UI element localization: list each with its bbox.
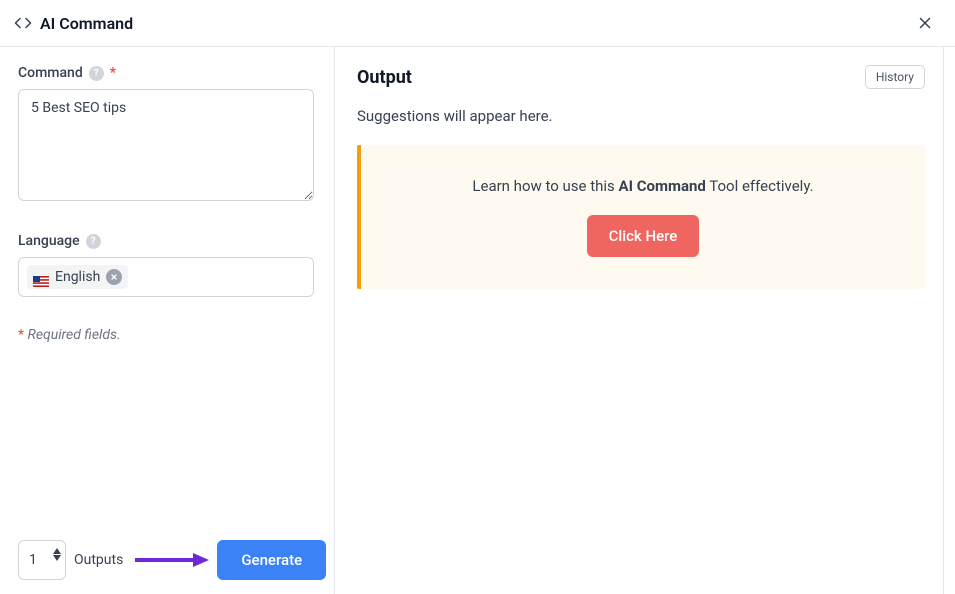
command-label-row: Command ? * xyxy=(18,65,314,81)
arrow-annotation-icon xyxy=(135,552,211,568)
dialog-header: AI Command xyxy=(0,0,955,47)
sidebar-body: Command ? * Language ? xyxy=(18,65,314,526)
required-marker: * xyxy=(110,65,116,81)
output-placeholder: Suggestions will appear here. xyxy=(357,107,925,125)
output-panel: Output History Suggestions will appear h… xyxy=(335,47,955,594)
stepper-icons[interactable] xyxy=(53,548,61,561)
main-content: Command ? * Language ? xyxy=(0,47,955,594)
code-icon xyxy=(14,14,32,32)
generate-button[interactable]: Generate xyxy=(217,540,326,580)
outputs-label: Outputs xyxy=(74,552,123,568)
header-left: AI Command xyxy=(14,14,133,33)
close-button[interactable] xyxy=(915,13,935,33)
help-icon[interactable]: ? xyxy=(86,234,101,249)
history-button[interactable]: History xyxy=(865,65,925,89)
sidebar: Command ? * Language ? xyxy=(0,47,335,594)
required-fields-note: * Required fields. xyxy=(18,327,314,343)
dialog-title: AI Command xyxy=(40,14,133,33)
language-chip: English xyxy=(27,265,128,289)
output-header: Output History xyxy=(357,65,925,89)
help-icon[interactable]: ? xyxy=(89,66,104,81)
remove-chip-button[interactable] xyxy=(106,269,122,285)
command-label: Command xyxy=(18,65,83,81)
output-title: Output xyxy=(357,67,412,88)
flag-us-icon xyxy=(33,272,49,283)
outputs-stepper[interactable] xyxy=(18,540,66,580)
info-box: Learn how to use this AI Command Tool ef… xyxy=(357,145,925,289)
language-input[interactable]: English xyxy=(18,257,314,297)
language-label-row: Language ? xyxy=(18,233,314,249)
language-label: Language xyxy=(18,233,80,249)
language-section: Language ? xyxy=(18,233,314,297)
right-border xyxy=(943,47,944,594)
info-text: Learn how to use this AI Command Tool ef… xyxy=(381,177,905,195)
command-input[interactable] xyxy=(18,89,314,201)
language-chip-label: English xyxy=(55,269,100,285)
sidebar-footer: Outputs Generate xyxy=(18,526,314,580)
click-here-button[interactable]: Click Here xyxy=(587,215,700,257)
